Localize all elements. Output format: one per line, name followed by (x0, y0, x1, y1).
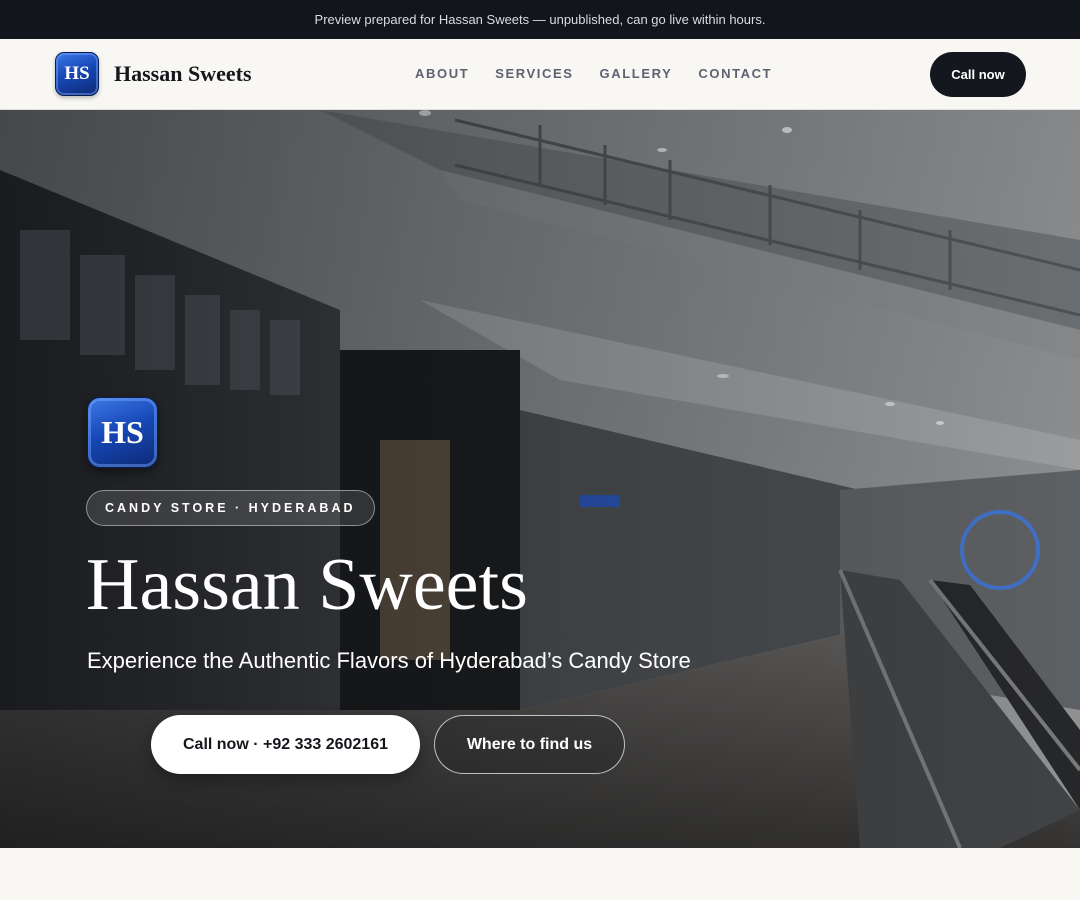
main-nav: ABOUT SERVICES GALLERY CONTACT (415, 66, 798, 81)
nav-link-services[interactable]: SERVICES (495, 66, 573, 81)
nav-link-gallery[interactable]: GALLERY (600, 66, 673, 81)
logo-initials: HS (64, 63, 90, 84)
hero-logo-icon: HS (87, 397, 158, 468)
site-header: HS Hassan Sweets ABOUT SERVICES GALLERY … (0, 39, 1080, 110)
announcement-bar: Preview prepared for Hassan Sweets — unp… (0, 0, 1080, 39)
nav-link-about[interactable]: ABOUT (415, 66, 469, 81)
where-to-find-us-button[interactable]: Where to find us (434, 715, 625, 774)
category-badge-text: CANDY STORE · HYDERABAD (105, 501, 356, 515)
call-now-phone-button[interactable]: Call now · +92 333 2602161 (151, 715, 420, 774)
nav-link-contact[interactable]: CONTACT (698, 66, 772, 81)
category-badge: CANDY STORE · HYDERABAD (86, 490, 375, 526)
logo-icon: HS (55, 52, 99, 96)
announcement-text: Preview prepared for Hassan Sweets — unp… (314, 12, 766, 27)
hero-title: Hassan Sweets (86, 544, 528, 626)
brand[interactable]: HS Hassan Sweets (55, 52, 252, 96)
next-section (0, 848, 1080, 900)
hero-subtitle: Experience the Authentic Flavors of Hyde… (87, 648, 691, 673)
hero-section: HS CANDY STORE · HYDERABAD Hassan Sweets… (0, 110, 1080, 848)
call-now-button[interactable]: Call now (930, 52, 1026, 97)
brand-name: Hassan Sweets (114, 61, 252, 86)
hero-logo-initials: HS (101, 414, 144, 450)
